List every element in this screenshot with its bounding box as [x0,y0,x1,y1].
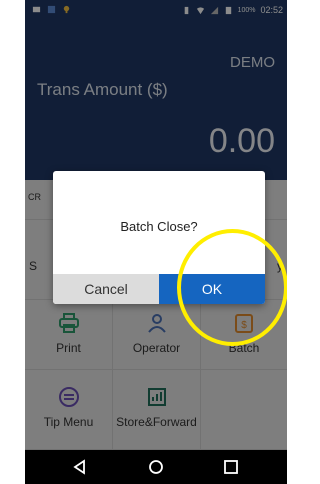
cancel-button[interactable]: Cancel [53,274,159,304]
back-icon[interactable] [70,457,90,477]
navigation-bar [25,450,287,484]
home-icon[interactable] [146,457,166,477]
recents-icon[interactable] [221,457,241,477]
highlight-circle [177,229,287,346]
device-screen: 100% 02:52 DEMO Trans Amount ($) 0.00 CR… [25,0,287,484]
